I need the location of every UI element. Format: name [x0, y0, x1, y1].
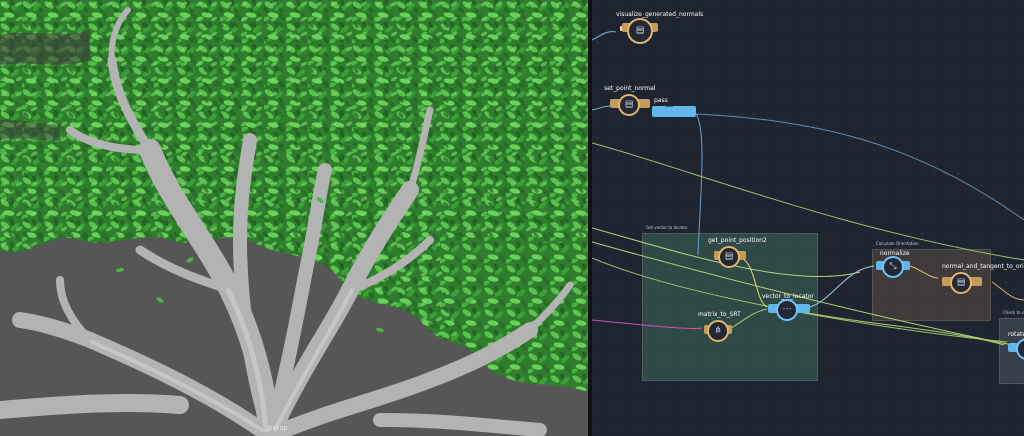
scale-icon: ⤡ [889, 261, 897, 272]
node-label: get_point_position2 [708, 237, 767, 244]
camera-label: persp [268, 424, 288, 432]
arrow-icon: ▭ [664, 100, 674, 111]
node-body[interactable]: ▤ [618, 94, 640, 116]
node-body[interactable]: ⤡ [882, 256, 904, 278]
document-icon: ▤ [635, 25, 645, 36]
node-body[interactable]: ▤ [718, 246, 740, 268]
node-label: visualize_generated_normals [616, 11, 704, 18]
document-icon: ▤ [724, 251, 734, 262]
tree-render [0, 0, 588, 436]
node-label: set_point_normal [604, 85, 656, 92]
minus-icon: ⋯ [782, 304, 792, 315]
node-body[interactable]: ⋯ [776, 299, 798, 321]
node-body[interactable]: ▤ [950, 272, 972, 294]
node-label: rotate [1008, 331, 1024, 338]
node-header[interactable] [652, 106, 696, 117]
node-body[interactable]: ⋔ [707, 320, 729, 342]
document-icon: ▤ [624, 99, 634, 110]
3d-viewport[interactable]: persp [0, 0, 588, 436]
node-graph-editor[interactable]: Get vector to locator Calculate Orientat… [592, 0, 1024, 436]
connection-wires [592, 31, 1024, 346]
node-label: matrix_to_SRT [698, 311, 741, 318]
node-body[interactable]: ▤ [627, 18, 653, 44]
fork-icon: ⋔ [714, 325, 722, 336]
document-icon: ▤ [956, 277, 966, 288]
node-label: normal_and_tangent_to_orientati [942, 263, 1024, 270]
